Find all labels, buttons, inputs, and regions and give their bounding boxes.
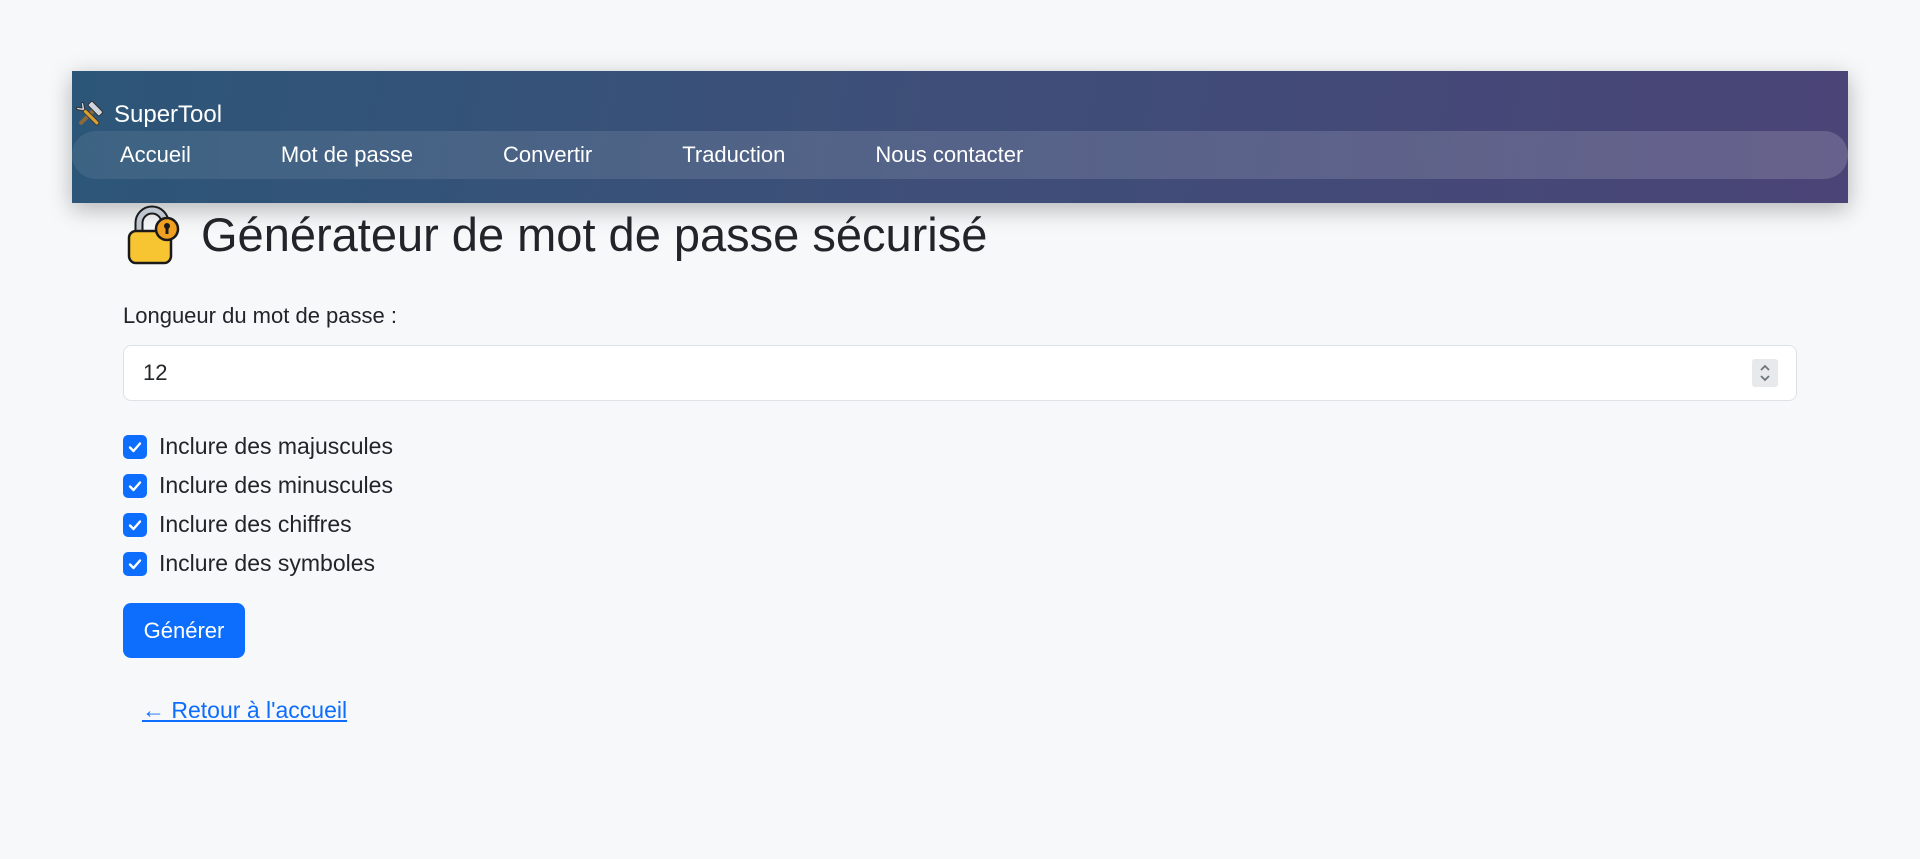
back-home-link[interactable]: ← Retour à l'accueil <box>142 697 347 724</box>
digits-label: Inclure des chiffres <box>159 511 352 537</box>
nav-link-mot-de-passe[interactable]: Mot de passe <box>281 142 413 168</box>
nav-link-traduction[interactable]: Traduction <box>682 142 785 168</box>
page-title: Générateur de mot de passe sécurisé <box>123 205 987 265</box>
nav-menu: Accueil Mot de passe Convertir Traductio… <box>72 131 1848 179</box>
option-uppercase[interactable]: Inclure des majuscules <box>123 427 393 466</box>
uppercase-label: Inclure des majuscules <box>159 433 393 459</box>
length-spinner[interactable] <box>1752 359 1778 387</box>
lock-icon <box>123 205 183 265</box>
option-digits[interactable]: Inclure des chiffres <box>123 505 393 544</box>
hammer-and-wrench-icon <box>74 100 104 130</box>
lowercase-label: Inclure des minuscules <box>159 472 393 498</box>
nav-link-convertir[interactable]: Convertir <box>503 142 592 168</box>
checkmark-icon <box>128 441 142 452</box>
uppercase-checkbox[interactable] <box>123 434 147 459</box>
option-symbols[interactable]: Inclure des symboles <box>123 544 393 583</box>
option-lowercase[interactable]: Inclure des minuscules <box>123 466 393 505</box>
brand-name: SuperTool <box>114 101 223 128</box>
options-list: Inclure des majuscules Inclure des minus… <box>123 427 393 583</box>
symbols-label: Inclure des symboles <box>159 550 376 576</box>
lowercase-checkbox[interactable] <box>123 473 147 498</box>
page-title-text: Générateur de mot de passe sécurisé <box>201 208 988 261</box>
symbols-checkbox[interactable] <box>123 551 147 576</box>
navbar: SuperTool Accueil Mot de passe Convertir… <box>72 71 1848 203</box>
digits-checkbox[interactable] <box>123 512 147 537</box>
checkmark-icon <box>128 558 142 569</box>
nav-link-accueil[interactable]: Accueil <box>120 142 191 168</box>
length-label: Longueur du mot de passe : <box>123 303 397 328</box>
length-input[interactable] <box>123 345 1797 401</box>
checkmark-icon <box>128 480 142 491</box>
generate-button[interactable]: Générer <box>123 603 245 658</box>
brand[interactable]: SuperTool <box>74 100 222 130</box>
chevron-up-down-icon <box>1760 364 1770 382</box>
checkmark-icon <box>128 519 142 530</box>
nav-link-nous-contacter[interactable]: Nous contacter <box>875 142 1023 168</box>
